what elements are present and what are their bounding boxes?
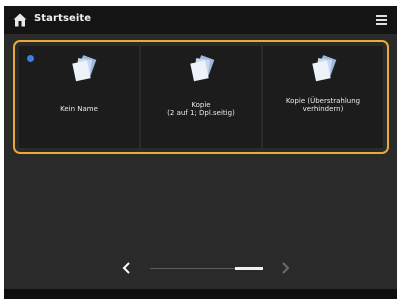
chevron-left-icon[interactable]: [120, 260, 134, 276]
selected-indicator: [27, 55, 34, 62]
device-screen: Startseite Kein Name Kopie (2 auf 1; Dpl…: [4, 6, 397, 299]
tile-kein-name[interactable]: Kein Name: [19, 46, 139, 148]
tile-kopie-2auf1[interactable]: Kopie (2 auf 1; Dpl.seitig): [141, 46, 261, 148]
title-bar: Startseite: [4, 6, 397, 34]
tile-label: Kopie (2 auf 1; Dpl.seitig): [167, 101, 235, 117]
menu-button[interactable]: [373, 12, 391, 28]
document-stack-icon: [312, 55, 337, 82]
document-stack-icon: [72, 55, 97, 82]
favorite-settings-group: Kein Name Kopie (2 auf 1; Dpl.seitig) Ko…: [13, 40, 389, 154]
tile-kopie-ueberstrahlung[interactable]: Kopie (Überstrahlung verhindern): [263, 46, 383, 148]
chevron-right-icon[interactable]: [278, 260, 292, 276]
tile-label: Kopie (Überstrahlung verhindern): [285, 97, 361, 113]
page-title: Startseite: [34, 13, 92, 24]
bottom-bar: [4, 289, 397, 299]
home-icon[interactable]: [12, 12, 28, 28]
tile-label: Kein Name: [60, 105, 98, 113]
page-indicator: [235, 267, 263, 270]
document-stack-icon: [190, 55, 215, 82]
page-navigator: [114, 260, 294, 276]
